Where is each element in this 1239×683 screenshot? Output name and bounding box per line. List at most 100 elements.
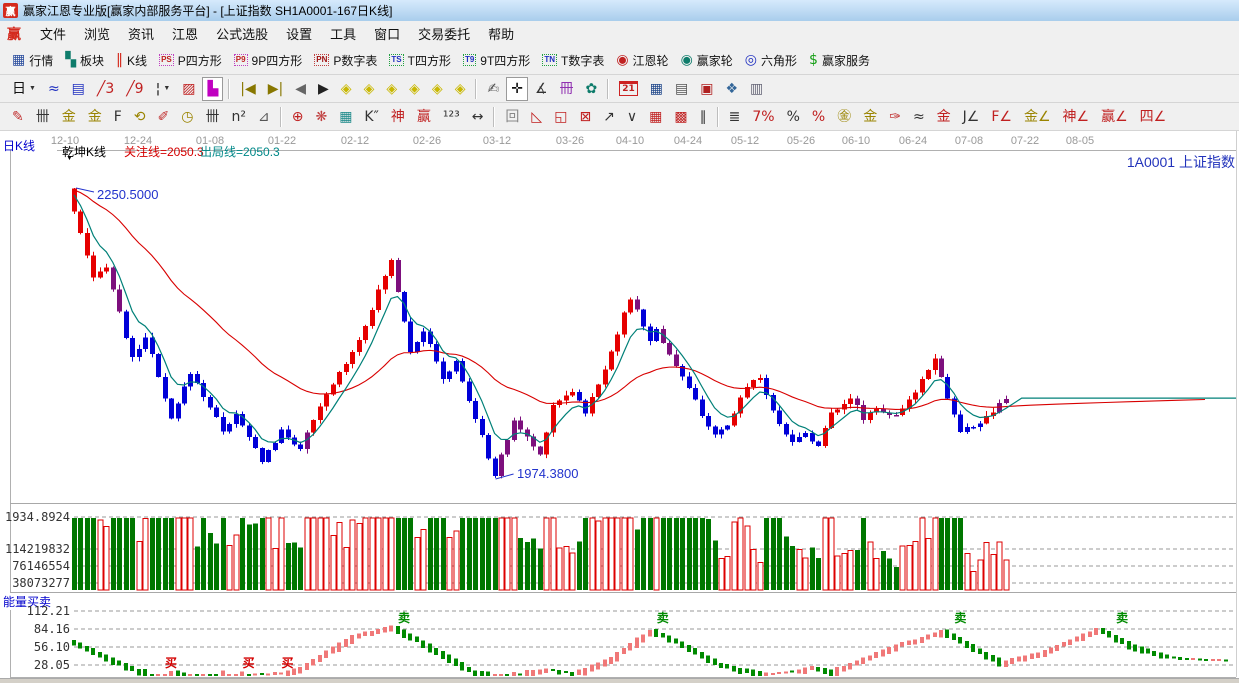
toolbar-button-circle-360[interactable]: ◷ <box>176 105 198 129</box>
toolbar-button-notes[interactable]: ▤ <box>670 77 693 101</box>
toolbar-button-shen-grid[interactable]: 神 <box>386 105 410 129</box>
toolbar-button-angle-tool[interactable]: ∡ <box>530 77 553 101</box>
toolbar-button-sectors[interactable]: ▚板块 <box>60 48 109 72</box>
toolbar-button-quotes[interactable]: ▦行情 <box>7 48 58 72</box>
toolbar-button-gold-grid-1[interactable]: 金 <box>57 105 81 129</box>
toolbar-button-double-wave[interactable]: ≈ <box>908 105 930 129</box>
toolbar-button-fit-screen[interactable]: ◈ <box>450 77 471 101</box>
toolbar-button-fan-lines[interactable]: ◺ <box>526 105 547 129</box>
toolbar-button-parallel-lines[interactable]: ∥ <box>695 105 712 129</box>
toolbar-button-volume-profile[interactable]: ▙ <box>202 77 223 101</box>
toolbar-button-expand-all[interactable]: ◈ <box>427 77 448 101</box>
toolbar-button-trend-arrows[interactable]: ↗ <box>598 105 620 129</box>
toolbar-button-fan-box[interactable]: ◱ <box>549 105 572 129</box>
menu-item-窗口[interactable]: 窗口 <box>365 22 409 45</box>
toolbar-button-hexagon[interactable]: ◎六角形 <box>740 48 802 72</box>
toolbar-button-p-square[interactable]: PSP四方形 <box>154 48 227 72</box>
toolbar-button-red-grid[interactable]: ▦ <box>644 105 667 129</box>
menu-item-公式选股[interactable]: 公式选股 <box>207 22 277 45</box>
toolbar-button-percent-line[interactable]: 7% <box>747 105 779 129</box>
toolbar-button-candle-style[interactable]: ¦▼ <box>151 77 176 101</box>
toolbar-button-web-grid[interactable]: ▦ <box>334 105 357 129</box>
menu-item-江恩[interactable]: 江恩 <box>163 22 207 45</box>
9p-square-icon: P9 <box>234 54 248 66</box>
toolbar-button-n-square[interactable]: n² <box>226 105 251 129</box>
toolbar-button-gold-red[interactable]: 金 <box>932 105 956 129</box>
toolbar-button-9p-square[interactable]: P99P四方形 <box>229 48 307 72</box>
menu-item-交易委托[interactable]: 交易委托 <box>409 22 479 45</box>
menu-item-设置[interactable]: 设置 <box>277 22 321 45</box>
toolbar-button-red-grid-box[interactable]: ▩ <box>669 105 692 129</box>
toolbar-button-pen[interactable]: ✎ <box>7 105 29 129</box>
toolbar-button-kline[interactable]: ‖K线 <box>111 48 152 72</box>
chart-region[interactable]: 日K线 乾坤K线 ▼ 关注线=2050.3 出局线=2050.3 1A0001 … <box>0 131 1239 678</box>
toolbar-button-prev-page[interactable]: ◀ <box>290 77 311 101</box>
toolbar-button-fence-2[interactable]: 卌 <box>200 105 224 129</box>
toolbar-button-zoom-left[interactable]: ◈ <box>336 77 357 101</box>
toolbar-button-wave-3[interactable]: ╱3 <box>92 77 119 101</box>
toolbar-button-fib-grid[interactable]: F <box>109 105 127 129</box>
toolbar-button-t-square[interactable]: TST四方形 <box>384 48 456 72</box>
toolbar-button-9t-square[interactable]: T99T四方形 <box>458 48 535 72</box>
menu-item-帮助[interactable]: 帮助 <box>479 22 523 45</box>
toolbar-button-box-diagonal[interactable]: ⊠ <box>574 105 596 129</box>
toolbar-button-f10-info[interactable]: ▤ <box>67 77 90 101</box>
toolbar-button-period-selector[interactable]: 日▼ <box>7 77 41 101</box>
toolbar-button-gann-box-tool[interactable]: 冊 <box>555 77 579 101</box>
toolbar-button-pan-hand[interactable]: ✍ <box>482 77 504 101</box>
toolbar-button-gold-under[interactable]: 金 <box>858 105 882 129</box>
toolbar-button-crosshair[interactable]: ✛ <box>506 77 528 101</box>
toolbar-button-save[interactable]: ▣ <box>695 77 718 101</box>
toolbar-button-compress-horizontal[interactable]: ◈ <box>404 77 425 101</box>
menu-item-工具[interactable]: 工具 <box>321 22 365 45</box>
hexagon-icon: ◎ <box>745 53 757 67</box>
toolbar-button-spiral[interactable]: ⟲ <box>129 105 151 129</box>
toolbar-button-gold-grid-2[interactable]: 金 <box>83 105 107 129</box>
toolbar-button-qiankun-pattern[interactable]: ▨ <box>177 77 200 101</box>
kline-type-dropdown-icon[interactable]: ▼ <box>66 155 73 162</box>
toolbar-button-winner-service[interactable]: $赢家服务 <box>804 48 875 72</box>
toolbar-button-k-mark[interactable]: K″ <box>359 105 383 129</box>
toolbar-button-f-angle[interactable]: F∠ <box>986 105 1017 129</box>
toolbar-button-gann-fence[interactable]: 卌 <box>31 105 55 129</box>
toolbar-button-calculator[interactable]: ▦ <box>645 77 668 101</box>
toolbar-button-percent[interactable]: % <box>782 105 805 129</box>
toolbar-button-rect-select[interactable]: 回 <box>500 105 524 129</box>
toolbar-button-zoom-right[interactable]: ◈ <box>359 77 380 101</box>
toolbar-button-v-lines[interactable]: ∨ <box>622 105 642 129</box>
toolbar-button-spider-web[interactable]: ❋ <box>310 105 332 129</box>
menu-item-浏览[interactable]: 浏览 <box>75 22 119 45</box>
toolbar-button-network[interactable]: ❖ <box>720 77 743 101</box>
toolbar-button-percent-under[interactable]: % <box>807 105 830 129</box>
toolbar-button-calendar[interactable]: 21 <box>614 77 643 101</box>
toolbar-button-first-page[interactable]: |◀ <box>235 77 260 101</box>
toolbar-button-pen-measure[interactable]: ✐ <box>153 105 175 129</box>
toolbar-button-four-angle[interactable]: 四∠ <box>1135 105 1172 129</box>
toolbar-button-circle-cross[interactable]: ⊕ <box>287 105 309 129</box>
rect-select-icon: 回 <box>505 110 519 124</box>
toolbar-button-j-angle[interactable]: J∠ <box>958 105 985 129</box>
toolbar-button-wave-tool[interactable]: ✿ <box>581 77 603 101</box>
toolbar-button-t-number-table[interactable]: TNT数字表 <box>537 48 609 72</box>
toolbar-button-brush[interactable]: ✑ <box>884 105 906 129</box>
toolbar-button-ying-angle[interactable]: 赢∠ <box>1096 105 1133 129</box>
toolbar-button-ruler-123[interactable]: ¹²³ <box>438 105 465 129</box>
toolbar-button-p-number-table[interactable]: PNP数字表 <box>309 48 382 72</box>
toolbar-button-gann-wheel[interactable]: ◉江恩轮 <box>611 48 673 72</box>
toolbar-button-trend-chart[interactable]: ≈ <box>43 77 65 101</box>
menu-item-资讯[interactable]: 资讯 <box>119 22 163 45</box>
toolbar-button-expand-horizontal[interactable]: ◈ <box>381 77 402 101</box>
menu-item-文件[interactable]: 文件 <box>31 22 75 45</box>
toolbar-button-ying-grid[interactable]: 赢 <box>412 105 436 129</box>
toolbar-button-price-scale[interactable]: ≣ <box>724 105 746 129</box>
toolbar-button-gold-angle[interactable]: 金∠ <box>1019 105 1056 129</box>
toolbar-button-winner-wheel[interactable]: ◉赢家轮 <box>676 48 738 72</box>
toolbar-button-gold-circle[interactable]: ㊎ <box>832 105 856 129</box>
toolbar-button-h-measure[interactable]: ↔ <box>467 105 489 129</box>
toolbar-button-print[interactable]: ▥ <box>745 77 768 101</box>
toolbar-button-last-page[interactable]: ▶| <box>263 77 288 101</box>
toolbar-button-next-page[interactable]: ▶ <box>313 77 334 101</box>
toolbar-button-wave-9[interactable]: ╱9 <box>121 77 148 101</box>
toolbar-button-angle-measure[interactable]: ⊿ <box>253 105 275 129</box>
toolbar-button-shen-angle[interactable]: 神∠ <box>1058 105 1095 129</box>
